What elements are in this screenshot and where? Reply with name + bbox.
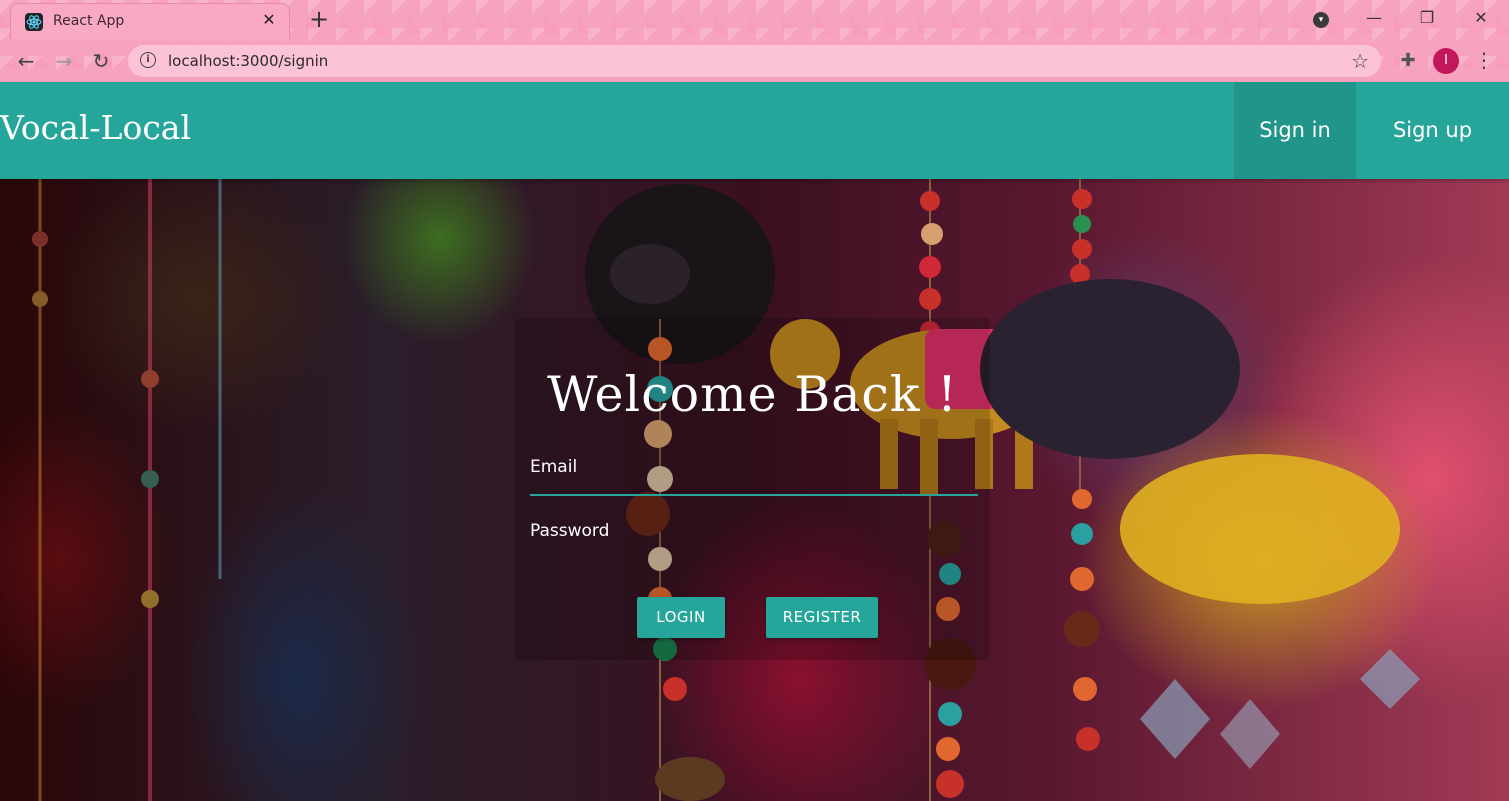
- restore-button[interactable]: ❐: [1413, 6, 1441, 30]
- email-field-underline: [530, 494, 978, 496]
- chrome-media-icon[interactable]: ▾: [1313, 12, 1329, 28]
- address-bar[interactable]: i localhost:3000/signin ☆: [128, 45, 1381, 77]
- brand-logo[interactable]: Vocal-Local: [0, 108, 191, 147]
- back-arrow-icon[interactable]: ←: [14, 49, 38, 73]
- kebab-menu-icon[interactable]: ⋮: [1474, 49, 1494, 73]
- login-card: Welcome Back ! Email Password LOGIN REGI…: [515, 318, 990, 660]
- tab-title: React App: [53, 13, 125, 29]
- reload-icon[interactable]: ↻: [89, 49, 113, 73]
- welcome-title: Welcome Back !: [547, 366, 958, 423]
- email-field[interactable]: Email: [530, 457, 577, 477]
- new-tab-button[interactable]: +: [308, 6, 330, 32]
- close-window-button[interactable]: ✕: [1467, 6, 1495, 30]
- browser-chrome: React App ✕ + ▾ — ❐ ✕ ← → ↻ i localhost:…: [0, 0, 1509, 82]
- url-text[interactable]: localhost:3000/signin: [168, 52, 328, 70]
- forward-arrow-icon[interactable]: →: [52, 49, 76, 73]
- login-button[interactable]: LOGIN: [637, 597, 725, 638]
- register-button[interactable]: REGISTER: [766, 597, 878, 638]
- info-icon[interactable]: i: [140, 52, 156, 68]
- extensions-puzzle-icon[interactable]: ✚: [1396, 50, 1420, 72]
- minimize-button[interactable]: —: [1360, 6, 1388, 30]
- password-field[interactable]: Password: [530, 521, 609, 541]
- app-navbar: Vocal-Local Sign in Sign up: [0, 82, 1509, 179]
- nav-sign-in[interactable]: Sign in: [1234, 82, 1356, 179]
- close-tab-icon[interactable]: ✕: [259, 10, 279, 30]
- browser-tab[interactable]: React App ✕: [10, 3, 290, 39]
- bookmark-star-icon[interactable]: ☆: [1351, 49, 1369, 73]
- profile-avatar[interactable]: I: [1433, 48, 1459, 74]
- react-icon: [25, 13, 43, 31]
- nav-sign-up[interactable]: Sign up: [1356, 82, 1509, 179]
